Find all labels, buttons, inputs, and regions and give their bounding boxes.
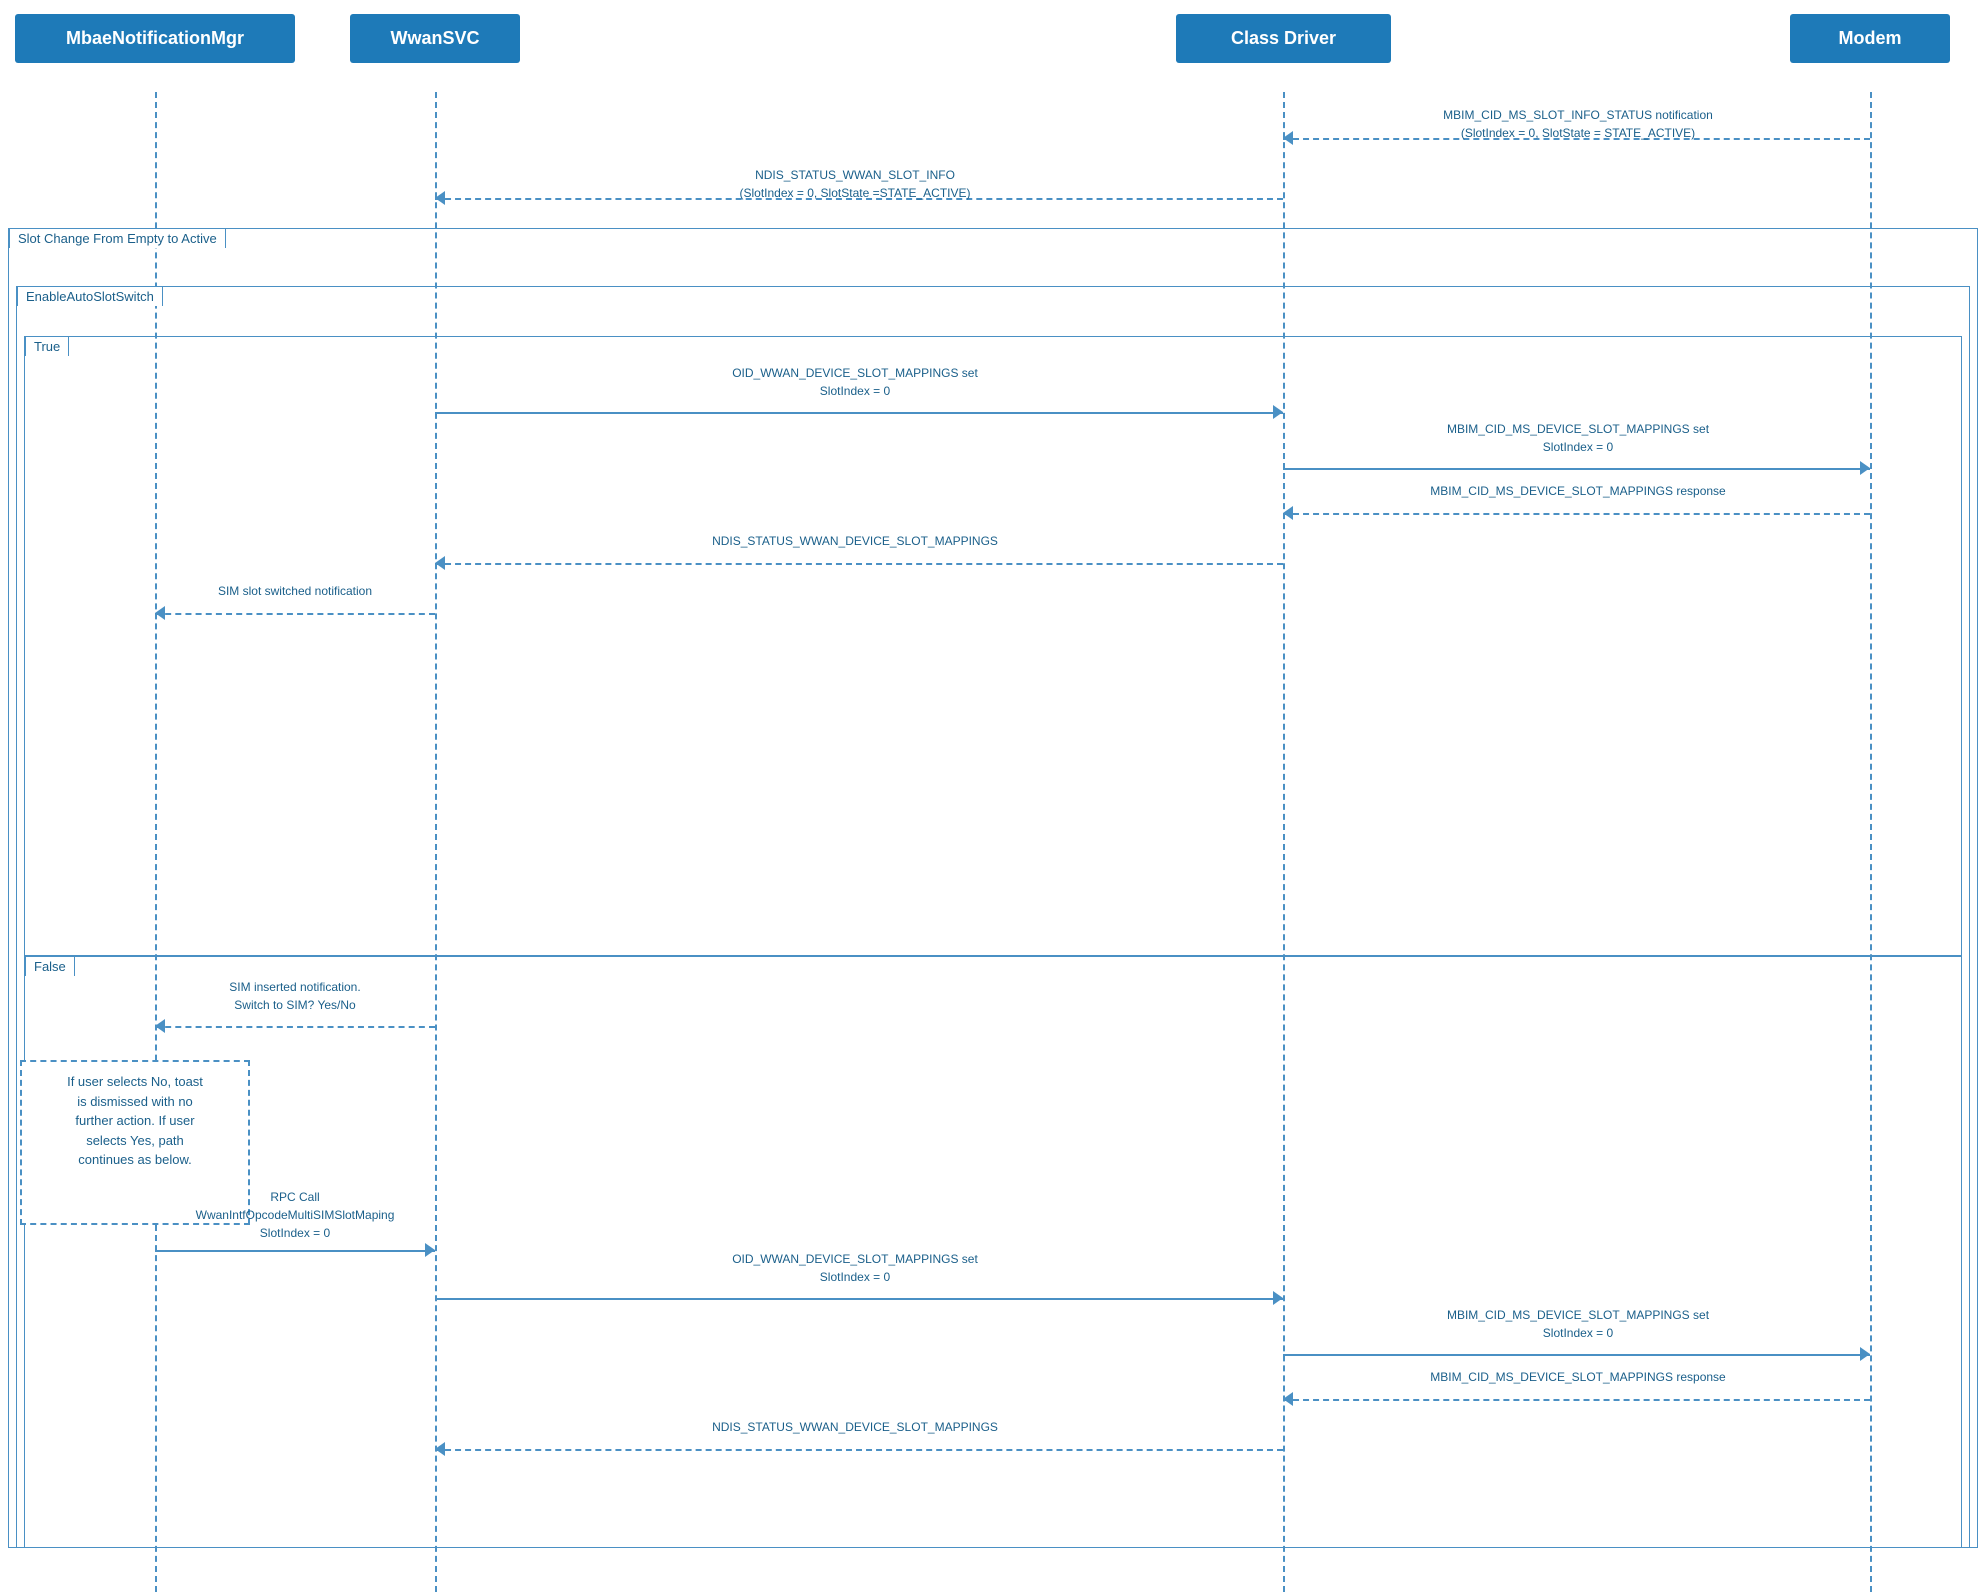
arrow-ndis-device-slot-1-label: NDIS_STATUS_WWAN_DEVICE_SLOT_MAPPINGS <box>535 534 1175 548</box>
arrow-mbim-device-response-2-label: MBIM_CID_MS_DEVICE_SLOT_MAPPINGS respons… <box>1303 1370 1853 1384</box>
arrow-mbim-notification-label: MBIM_CID_MS_SLOT_INFO_STATUS notificatio… <box>1323 106 1833 142</box>
arrow-sim-inserted-label: SIM inserted notification.Switch to SIM?… <box>160 978 430 1014</box>
arrow-ndis-device-slot-2: NDIS_STATUS_WWAN_DEVICE_SLOT_MAPPINGS <box>435 1434 1283 1464</box>
arrow-sim-inserted: SIM inserted notification.Switch to SIM?… <box>155 1006 435 1046</box>
arrow-mbim-notification: MBIM_CID_MS_SLOT_INFO_STATUS notificatio… <box>1283 118 1870 158</box>
arrow-sim-slot-switched-label: SIM slot switched notification <box>165 584 425 598</box>
arrow-ndis-device-slot-2-label: NDIS_STATUS_WWAN_DEVICE_SLOT_MAPPINGS <box>535 1420 1175 1434</box>
arrow-rpc-call-label: RPC CallWwanIntfOpcodeMultiSIMSlotMaping… <box>165 1188 425 1242</box>
lifeline-header-mbae: MbaeNotificationMgr <box>15 14 295 63</box>
group-false-label: False <box>25 956 75 976</box>
arrow-oid-slot-set-1: OID_WWAN_DEVICE_SLOT_MAPPINGS setSlotInd… <box>435 392 1283 432</box>
arrow-ndis-device-slot-1: NDIS_STATUS_WWAN_DEVICE_SLOT_MAPPINGS <box>435 548 1283 578</box>
lifeline-header-wwan: WwanSVC <box>350 14 520 63</box>
lifeline-header-modem: Modem <box>1790 14 1950 63</box>
arrow-rpc-call: RPC CallWwanIntfOpcodeMultiSIMSlotMaping… <box>155 1230 435 1270</box>
arrow-mbim-device-response-1: MBIM_CID_MS_DEVICE_SLOT_MAPPINGS respons… <box>1283 498 1870 528</box>
arrow-mbim-device-set-2: MBIM_CID_MS_DEVICE_SLOT_MAPPINGS setSlot… <box>1283 1334 1870 1374</box>
arrow-ndis-slot-info-label: NDIS_STATUS_WWAN_SLOT_INFO(SlotIndex = 0… <box>535 166 1175 202</box>
arrow-mbim-device-set-1: MBIM_CID_MS_DEVICE_SLOT_MAPPINGS setSlot… <box>1283 448 1870 488</box>
group-slot-change-label: Slot Change From Empty to Active <box>9 228 226 248</box>
arrow-ndis-slot-info: NDIS_STATUS_WWAN_SLOT_INFO(SlotIndex = 0… <box>435 178 1283 218</box>
arrow-sim-slot-switched: SIM slot switched notification <box>155 598 435 628</box>
arrow-mbim-device-set-1-label: MBIM_CID_MS_DEVICE_SLOT_MAPPINGS setSlot… <box>1303 420 1853 456</box>
arrow-oid-slot-set-2-label: OID_WWAN_DEVICE_SLOT_MAPPINGS setSlotInd… <box>535 1250 1175 1286</box>
arrow-mbim-device-set-2-label: MBIM_CID_MS_DEVICE_SLOT_MAPPINGS setSlot… <box>1303 1306 1853 1342</box>
arrow-oid-slot-set-2: OID_WWAN_DEVICE_SLOT_MAPPINGS setSlotInd… <box>435 1278 1283 1318</box>
arrow-mbim-device-response-2: MBIM_CID_MS_DEVICE_SLOT_MAPPINGS respons… <box>1283 1384 1870 1414</box>
sequence-diagram: MbaeNotificationMgr WwanSVC Class Driver… <box>0 0 1986 1592</box>
arrow-oid-slot-set-1-label: OID_WWAN_DEVICE_SLOT_MAPPINGS setSlotInd… <box>535 364 1175 400</box>
arrow-mbim-device-response-1-label: MBIM_CID_MS_DEVICE_SLOT_MAPPINGS respons… <box>1303 484 1853 498</box>
group-enable-auto-label: EnableAutoSlotSwitch <box>17 286 163 306</box>
lifeline-header-class: Class Driver <box>1176 14 1391 63</box>
group-true-label: True <box>25 336 69 356</box>
